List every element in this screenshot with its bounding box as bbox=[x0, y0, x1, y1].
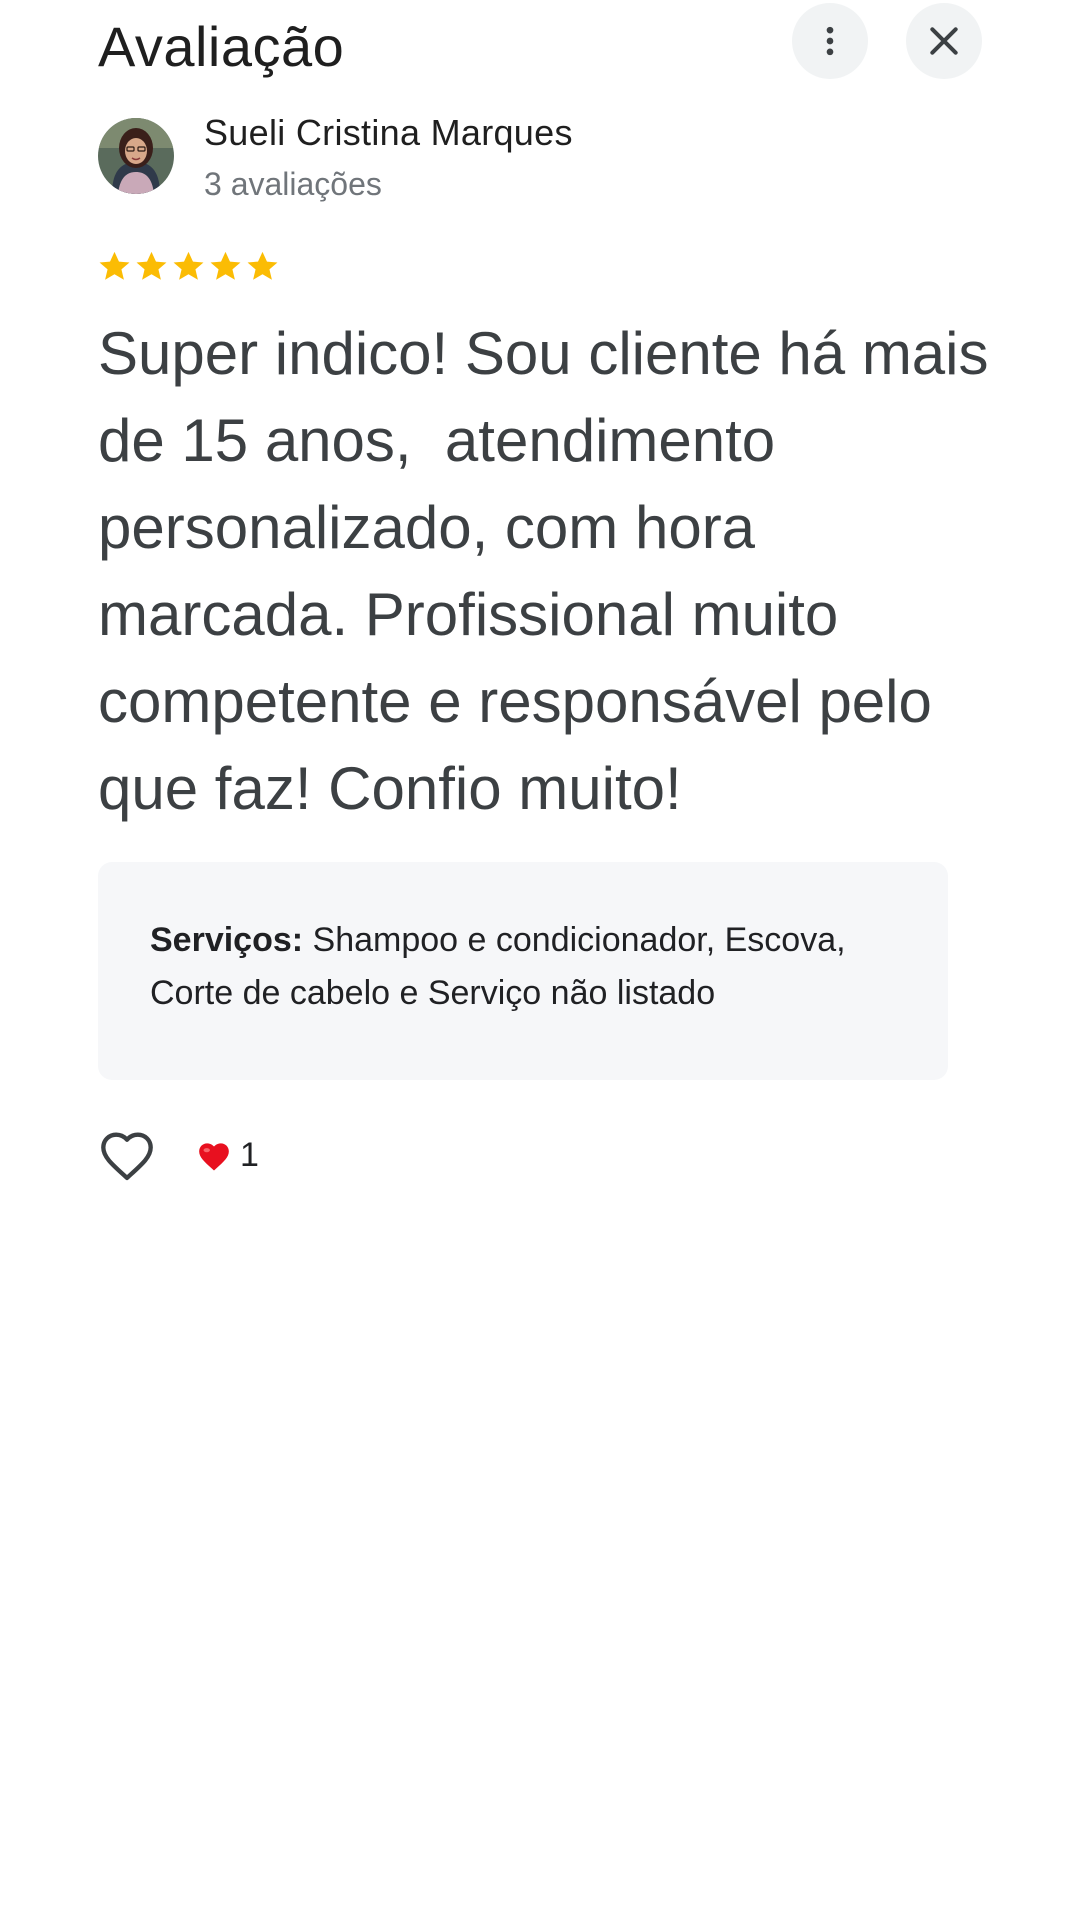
star-rating bbox=[96, 248, 281, 285]
more-options-button[interactable] bbox=[792, 3, 868, 79]
services-box: Serviços: Shampoo e condicionador, Escov… bbox=[98, 862, 948, 1080]
author-reviews-count: 3 avaliações bbox=[204, 166, 382, 202]
red-heart-icon bbox=[199, 1142, 229, 1171]
like-button[interactable] bbox=[98, 1128, 156, 1182]
reaction-summary[interactable]: 1 bbox=[196, 1136, 259, 1175]
close-button[interactable] bbox=[906, 3, 982, 79]
services-label: Serviços: bbox=[150, 921, 304, 959]
review-text: Super indico! Sou cliente há mais de 15 … bbox=[98, 320, 1006, 822]
star-icon bbox=[210, 251, 241, 280]
close-icon bbox=[930, 27, 958, 55]
author-name[interactable]: Sueli Cristina Marques bbox=[204, 112, 573, 154]
services-text: Serviços: Shampoo e condicionador, Escov… bbox=[150, 914, 896, 1020]
reaction-count: 1 bbox=[240, 1136, 259, 1174]
page-title: Avaliação bbox=[98, 15, 345, 78]
star-icon bbox=[247, 251, 278, 280]
star-icon bbox=[99, 251, 130, 280]
star-icon bbox=[136, 251, 167, 280]
star-icon bbox=[173, 251, 204, 280]
heart-outline-icon bbox=[101, 1132, 153, 1181]
more-vert-icon bbox=[826, 26, 834, 56]
author-avatar[interactable] bbox=[98, 118, 174, 194]
avatar-image bbox=[98, 118, 174, 194]
review-detail-page: Avaliação Sueli Cristina Marques 3 avali… bbox=[0, 0, 1080, 1920]
